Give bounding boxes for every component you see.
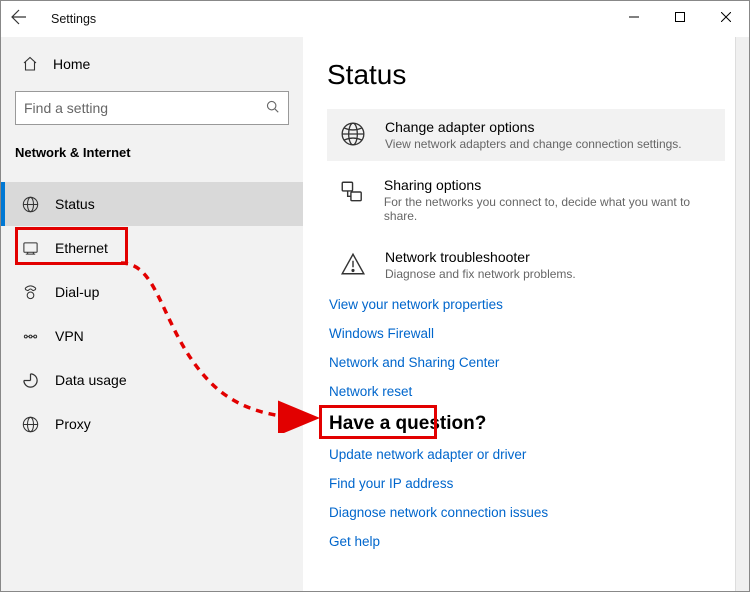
sidebar-home[interactable]: Home	[1, 45, 303, 83]
link-network-sharing-center[interactable]: Network and Sharing Center	[329, 355, 725, 370]
sidebar-item-ethernet[interactable]: Ethernet	[1, 226, 303, 270]
option-change-adapter[interactable]: Change adapter options View network adap…	[327, 109, 725, 161]
main-content: Status Change adapter options View netwo…	[303, 37, 749, 591]
option-desc: Diagnose and fix network problems.	[385, 267, 576, 281]
sidebar-item-label: Status	[55, 196, 95, 212]
minimize-button[interactable]	[611, 1, 657, 33]
option-title: Sharing options	[384, 177, 715, 193]
window-controls	[611, 1, 749, 33]
option-troubleshooter[interactable]: Network troubleshooter Diagnose and fix …	[327, 239, 725, 291]
sidebar-item-label: Dial-up	[55, 284, 99, 300]
ethernet-icon	[21, 239, 39, 257]
link-network-reset[interactable]: Network reset	[329, 384, 725, 399]
link-view-properties[interactable]: View your network properties	[329, 297, 725, 312]
sidebar-item-label: VPN	[55, 328, 84, 344]
link-windows-firewall[interactable]: Windows Firewall	[329, 326, 725, 341]
globe-icon	[337, 119, 369, 151]
sidebar-item-label: Proxy	[55, 416, 91, 432]
page-title: Status	[327, 59, 725, 91]
option-sharing[interactable]: Sharing options For the networks you con…	[327, 167, 725, 233]
window-title: Settings	[51, 12, 96, 26]
question-heading: Have a question?	[329, 413, 725, 435]
maximize-button[interactable]	[657, 1, 703, 33]
search-input[interactable]	[24, 100, 266, 116]
option-desc: View network adapters and change connect…	[385, 137, 682, 151]
search-icon	[266, 100, 280, 117]
link-get-help[interactable]: Get help	[329, 534, 725, 549]
proxy-icon	[21, 415, 39, 433]
warning-icon	[337, 249, 369, 281]
vpn-icon	[21, 327, 39, 345]
sidebar-item-vpn[interactable]: VPN	[1, 314, 303, 358]
scrollbar[interactable]	[735, 37, 749, 591]
data-usage-icon	[21, 371, 39, 389]
sidebar-home-label: Home	[53, 56, 90, 72]
back-button[interactable]	[11, 9, 51, 30]
dialup-icon	[21, 283, 39, 301]
sidebar-item-datausage[interactable]: Data usage	[1, 358, 303, 402]
option-title: Network troubleshooter	[385, 249, 576, 265]
option-desc: For the networks you connect to, decide …	[384, 195, 715, 223]
sidebar-item-label: Data usage	[55, 372, 127, 388]
link-diagnose-connection[interactable]: Diagnose network connection issues	[329, 505, 725, 520]
link-find-ip[interactable]: Find your IP address	[329, 476, 725, 491]
status-icon	[21, 195, 39, 213]
sidebar-item-proxy[interactable]: Proxy	[1, 402, 303, 446]
search-box[interactable]	[15, 91, 289, 125]
sidebar: Home Network & Internet Statu	[1, 37, 303, 591]
sidebar-item-dialup[interactable]: Dial-up	[1, 270, 303, 314]
close-button[interactable]	[703, 1, 749, 33]
home-icon	[21, 55, 39, 73]
link-update-driver[interactable]: Update network adapter or driver	[329, 447, 725, 462]
sidebar-section-label: Network & Internet	[1, 133, 303, 170]
option-title: Change adapter options	[385, 119, 682, 135]
sidebar-item-label: Ethernet	[55, 240, 108, 256]
sidebar-item-status[interactable]: Status	[1, 182, 303, 226]
sharing-icon	[337, 177, 368, 209]
